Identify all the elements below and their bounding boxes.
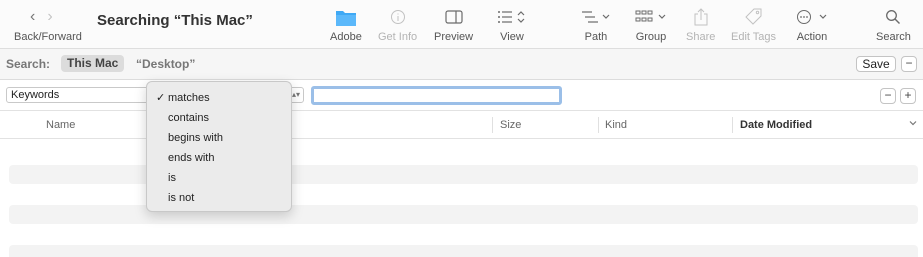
column-divider [598,117,599,133]
checkmark-icon: ✓ [156,92,166,104]
menu-item-is[interactable]: is [147,168,291,188]
column-date-modified[interactable]: Date Modified [740,119,812,131]
menu-item-begins-with[interactable]: begins with [147,128,291,148]
add-criteria-button[interactable]: + [900,88,916,104]
toolbar-group-button[interactable]: Group [635,6,667,43]
toolbar-action-button[interactable]: Action [796,6,828,43]
column-divider [732,117,733,133]
menu-item-contains[interactable]: contains [147,108,291,128]
window-title: Searching “This Mac” [97,12,253,29]
toolbar-path-button[interactable]: Path [581,6,611,43]
group-icon [635,6,667,28]
action-icon [796,6,828,28]
toolbar-adobe-button[interactable]: Adobe [330,6,362,43]
search-icon [885,6,901,28]
column-divider [492,117,493,133]
toolbar-preview-button[interactable]: Preview [434,6,473,43]
menu-item-matches[interactable]: ✓ matches [147,88,291,108]
menu-item-ends-with[interactable]: ends with [147,148,291,168]
info-icon [390,6,406,28]
toolbar-view-button[interactable]: View [497,6,527,43]
attribute-select[interactable]: Keywords [6,87,151,103]
menu-item-is-not[interactable]: is not [147,188,291,208]
tag-icon [744,6,763,28]
toolbar-share-button[interactable]: Share [686,6,715,43]
toolbar-get-info-button[interactable]: Get Info [378,6,417,43]
forward-arrow-icon[interactable]: › [47,8,52,26]
list-item [9,245,918,257]
toolbar: ‹ › Back/Forward Searching “This Mac” Ad… [0,0,923,49]
toolbar-search-button[interactable]: Search [876,6,911,43]
column-header: Name Size Kind Date Modified [0,111,923,139]
back-arrow-icon[interactable]: ‹ [30,8,35,26]
save-search-button[interactable]: Save [856,56,896,72]
scope-this-mac-button[interactable]: This Mac [61,55,125,72]
remove-criteria-button[interactable]: − [880,88,896,104]
remove-scope-button[interactable]: − [901,56,917,72]
column-kind[interactable]: Kind [605,119,627,131]
search-scope-label: Search: [6,57,51,71]
column-size[interactable]: Size [500,119,521,131]
back-forward-label: Back/Forward [14,31,82,43]
nav-arrows: ‹ › [30,8,53,26]
preview-icon [444,6,463,28]
column-name[interactable]: Name [46,119,75,131]
share-icon [694,6,708,28]
search-criteria-row: Keywords ▴▾ − + [0,80,923,111]
list-view-icon [497,6,527,28]
folder-icon [335,6,357,28]
toolbar-edit-tags-button[interactable]: Edit Tags [731,6,776,43]
sort-chevron-down-icon[interactable] [908,118,918,131]
scope-desktop-button[interactable]: “Desktop” [136,57,195,71]
operator-popup-menu: ✓ matches contains begins with ends with… [146,81,292,212]
path-icon [581,6,611,28]
search-scope-bar: Search: This Mac “Desktop” Save − [0,49,923,80]
criteria-value-input[interactable] [311,86,562,105]
